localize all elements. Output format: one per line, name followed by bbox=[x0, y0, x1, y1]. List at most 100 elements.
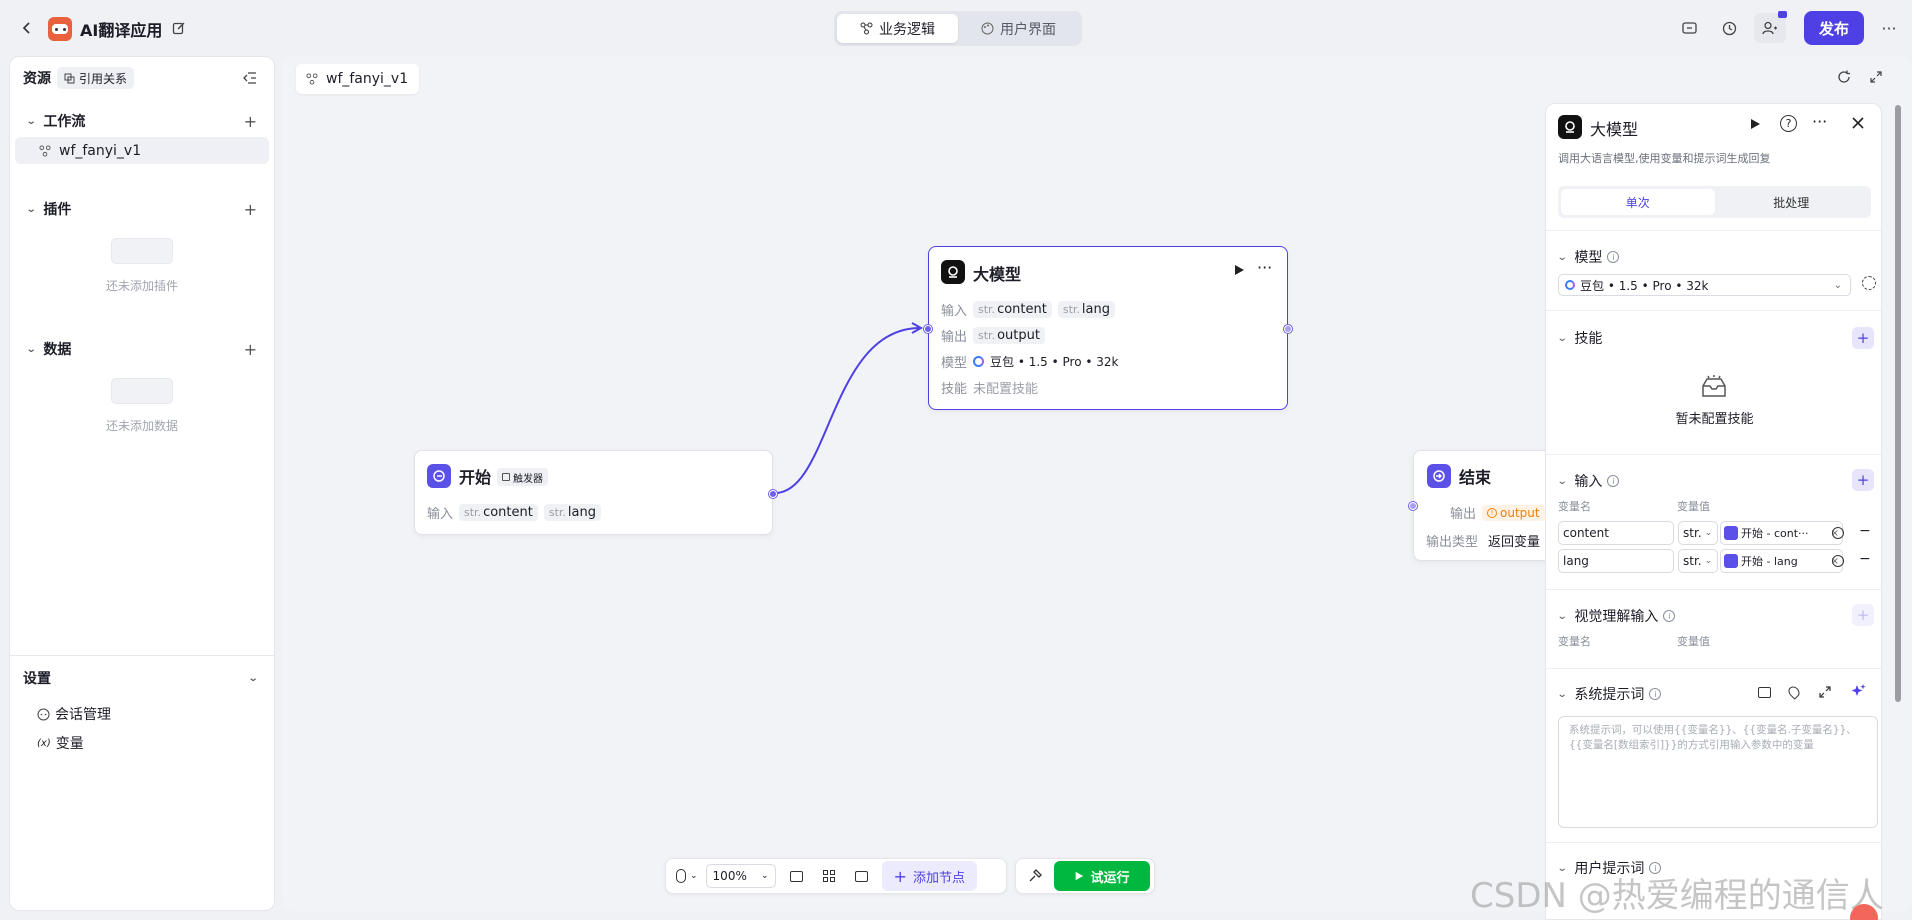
settings-item-session[interactable]: 会话管理 bbox=[37, 704, 111, 724]
tab-single[interactable]: 单次 bbox=[1561, 189, 1715, 215]
tab-batch[interactable]: 批处理 bbox=[1715, 189, 1869, 215]
close-icon[interactable] bbox=[1852, 117, 1864, 129]
system-prompt-header[interactable]: ⌄ 系统提示词 i bbox=[1557, 684, 1662, 704]
start-input-tag: str. lang bbox=[543, 504, 601, 521]
comment-icon[interactable] bbox=[789, 870, 803, 882]
llm-node[interactable]: 大模型 ··· 输入 str. content str. lang 输出 str. o… bbox=[924, 246, 1292, 410]
start-output-port[interactable] bbox=[769, 490, 777, 498]
panel-scrollbar[interactable] bbox=[1895, 105, 1901, 702]
tab-business-logic[interactable]: 业务逻辑 bbox=[837, 14, 958, 43]
llm-output-port[interactable] bbox=[1284, 325, 1292, 333]
tag-icon[interactable] bbox=[1786, 684, 1802, 700]
input-name-field[interactable]: content bbox=[1558, 521, 1674, 545]
workflow-section-header[interactable]: ⌄ 工作流 + bbox=[25, 111, 257, 131]
end-input-port[interactable] bbox=[1409, 502, 1417, 510]
ai-optimize-icon[interactable] bbox=[1852, 684, 1866, 698]
link-icon bbox=[64, 73, 75, 83]
input-type-select[interactable]: str. ⌄ bbox=[1678, 549, 1718, 573]
end-output-type-row: 输出类型 返回变量 bbox=[1426, 531, 1540, 550]
ref-target-icon[interactable] bbox=[1832, 555, 1844, 567]
model-section-header[interactable]: ⌄ 模型 i bbox=[1557, 247, 1620, 267]
plus-icon: + bbox=[893, 866, 907, 886]
pointer-mode-icon[interactable]: ⌄ bbox=[676, 869, 698, 883]
run-toolbar: 试运行 bbox=[1015, 858, 1155, 894]
ref-target-icon[interactable] bbox=[1832, 527, 1844, 539]
zoom-select[interactable]: 100% ⌄ bbox=[705, 864, 776, 888]
trigger-icon bbox=[502, 473, 510, 481]
end-output-type-value: 返回变量 bbox=[1488, 535, 1541, 550]
run-node-icon[interactable] bbox=[1233, 264, 1245, 276]
add-input-button[interactable]: + bbox=[1852, 469, 1874, 491]
remove-row-icon[interactable]: − bbox=[1859, 551, 1871, 567]
minimap-icon[interactable] bbox=[854, 870, 868, 882]
model-select[interactable]: 豆包 • 1.5 • Pro • 32k ⌄ bbox=[1558, 274, 1851, 296]
add-data-icon[interactable]: + bbox=[244, 340, 257, 359]
add-skill-button[interactable]: + bbox=[1852, 327, 1874, 349]
vision-section-header[interactable]: ⌄ 视觉理解输入 i bbox=[1557, 606, 1676, 626]
edit-icon[interactable] bbox=[170, 18, 188, 38]
debug-icon[interactable] bbox=[1028, 869, 1042, 883]
plugins-section-header[interactable]: ⌄ 插件 + bbox=[26, 199, 257, 219]
refs-button[interactable]: 引用关系 bbox=[57, 67, 135, 89]
system-prompt-editor[interactable]: 系统提示词，可以使用{{变量名}}、{{变量名.子变量名}}、{{变量名[数组索… bbox=[1558, 716, 1878, 828]
tab-user-interface[interactable]: 用户界面 bbox=[958, 14, 1079, 43]
chevron-down-icon: ⌄ bbox=[1704, 528, 1713, 538]
tab-user-interface-label: 用户界面 bbox=[1000, 21, 1056, 38]
history-icon[interactable] bbox=[1718, 17, 1740, 39]
resources-label: 资源 bbox=[23, 71, 51, 87]
trigger-badge[interactable]: 触发器 bbox=[497, 468, 548, 486]
collaborators-icon[interactable] bbox=[1754, 11, 1787, 43]
settings-item-variable[interactable]: (x) 变量 bbox=[37, 733, 84, 753]
input-name-field[interactable]: lang bbox=[1558, 549, 1674, 573]
help-icon[interactable]: ? bbox=[1780, 115, 1797, 132]
start-inputs-row: 输入 str. content str. lang bbox=[427, 503, 601, 522]
input-ref-field[interactable]: 开始 - cont··· × bbox=[1720, 521, 1843, 545]
variable-icon: (x) bbox=[37, 737, 51, 749]
start-node[interactable]: 开始 触发器 输入 str. content str. lang bbox=[414, 450, 777, 535]
fullscreen-icon[interactable] bbox=[1866, 67, 1886, 87]
workflow-icon bbox=[860, 22, 873, 35]
back-icon[interactable] bbox=[16, 16, 38, 40]
workflow-item[interactable]: wf_fanyi_v1 bbox=[15, 137, 269, 164]
node-more-icon[interactable]: ··· bbox=[1257, 258, 1272, 277]
node-config-panel: 大模型 ? ··· 调用大语言模型,使用变量和提示词生成回复 单次 批处理 ⌄ … bbox=[1545, 103, 1882, 920]
prompt-library-icon[interactable] bbox=[1758, 687, 1771, 698]
empty-placeholder-icon bbox=[111, 378, 173, 404]
input-type-select[interactable]: str. ⌄ bbox=[1678, 521, 1718, 545]
add-node-button[interactable]: + 添加节点 bbox=[881, 861, 977, 891]
divider bbox=[1546, 230, 1881, 231]
start-icon bbox=[1724, 554, 1738, 568]
end-output-row: 输出 ! output bbox=[1450, 503, 1545, 522]
add-workflow-icon[interactable]: + bbox=[244, 112, 257, 131]
chevron-down-icon: ⌄ bbox=[25, 115, 37, 127]
add-plugin-icon[interactable]: + bbox=[244, 200, 257, 219]
collapse-panel-icon[interactable] bbox=[240, 68, 260, 88]
run-node-icon[interactable] bbox=[1749, 118, 1761, 130]
llm-output-label: 输出 bbox=[941, 330, 968, 345]
add-vision-input-button[interactable]: + bbox=[1852, 604, 1874, 626]
settings-section-header[interactable]: 设置 ⌄ bbox=[23, 668, 258, 688]
info-icon: i bbox=[1607, 475, 1620, 487]
canvas-tab[interactable]: wf_fanyi_v1 bbox=[296, 64, 419, 94]
remove-row-icon[interactable]: − bbox=[1859, 523, 1871, 539]
refresh-icon[interactable] bbox=[1834, 67, 1854, 87]
vision-col-name: 变量名 bbox=[1558, 635, 1591, 648]
data-section-header[interactable]: ⌄ 数据 + bbox=[26, 339, 257, 359]
publish-button[interactable]: 发布 bbox=[1804, 11, 1864, 45]
test-run-button[interactable]: 试运行 bbox=[1054, 861, 1150, 891]
skills-section-header[interactable]: ⌄ 技能 bbox=[1557, 328, 1603, 348]
edge-start-llm bbox=[774, 322, 924, 494]
type-value: str. bbox=[1683, 526, 1702, 540]
data-section-title: 数据 bbox=[43, 342, 72, 358]
archive-icon[interactable] bbox=[1678, 17, 1700, 39]
model-settings-icon[interactable] bbox=[1862, 276, 1876, 290]
inputs-section-header[interactable]: ⌄ 输入 i bbox=[1557, 471, 1620, 491]
type-label: str. bbox=[978, 329, 996, 342]
panel-more-icon[interactable]: ··· bbox=[1812, 112, 1827, 131]
llm-input-port[interactable] bbox=[924, 325, 932, 333]
auto-layout-icon[interactable] bbox=[822, 870, 835, 882]
end-node[interactable]: 结束 输出 ! output 输出类型 返回变量 bbox=[1413, 450, 1553, 561]
more-icon[interactable]: ··· bbox=[1878, 17, 1900, 39]
input-ref-field[interactable]: 开始 - lang × bbox=[1720, 549, 1843, 573]
expand-icon[interactable] bbox=[1819, 686, 1831, 698]
